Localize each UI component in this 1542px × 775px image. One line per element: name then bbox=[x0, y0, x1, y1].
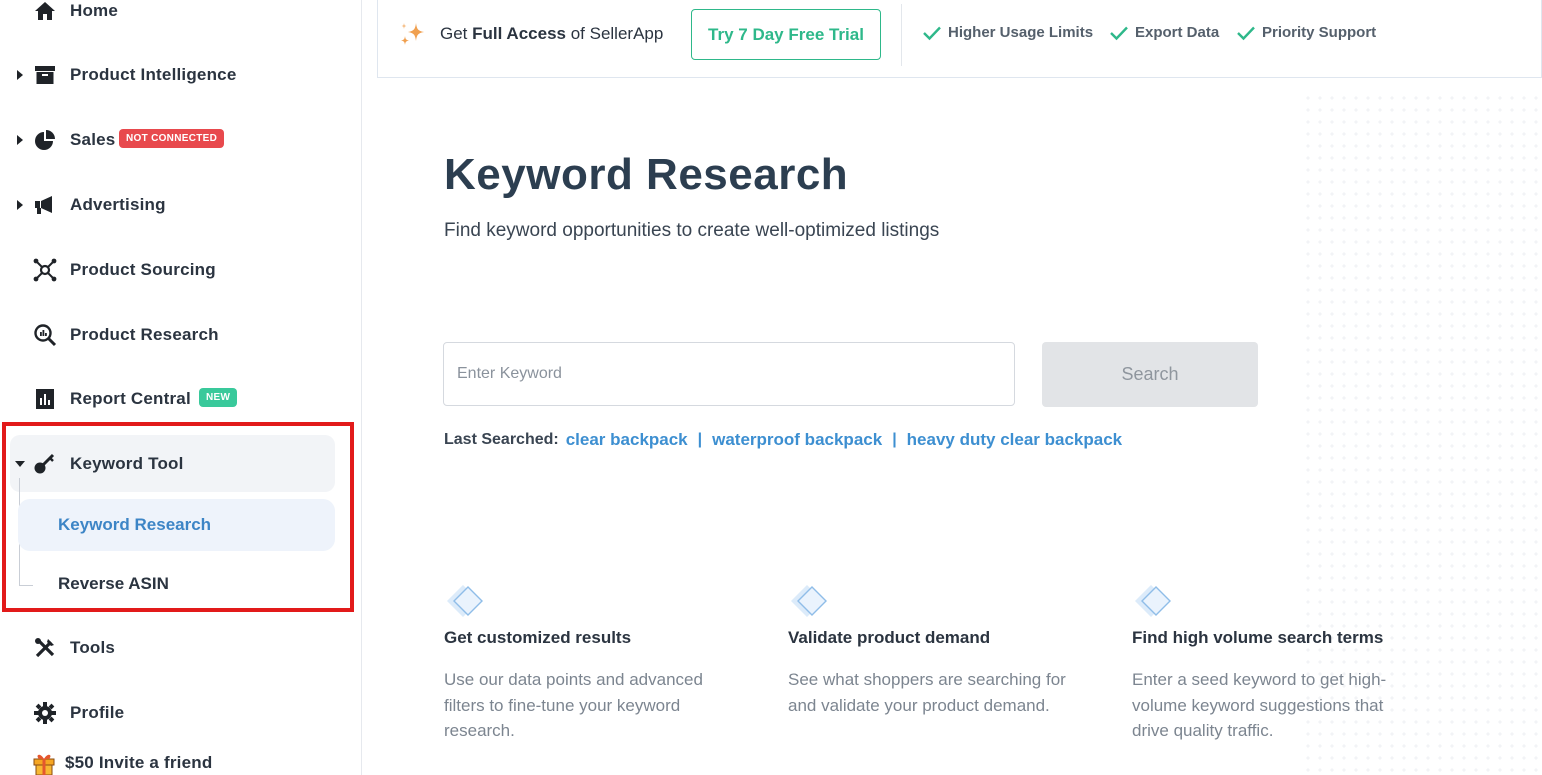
search-button[interactable]: Search bbox=[1042, 342, 1258, 407]
sidebar-item-label: Product Sourcing bbox=[70, 260, 216, 279]
feature-title: Validate product demand bbox=[788, 628, 991, 647]
promo-text: Get Full Access of SellerApp bbox=[440, 24, 664, 43]
diamond-icon bbox=[788, 582, 834, 627]
last-searched-link[interactable]: waterproof backpack bbox=[712, 430, 882, 450]
feature-priority-support: Priority Support bbox=[1236, 24, 1376, 41]
main-content: Keyword Research Find keyword opportunit… bbox=[377, 92, 1542, 775]
sidebar-item-label: Home bbox=[70, 1, 119, 20]
sidebar-item-home[interactable]: Home bbox=[0, 0, 362, 31]
sidebar-item-label: Sales bbox=[70, 130, 116, 149]
status-badge: NOT CONNECTED bbox=[119, 129, 225, 148]
new-badge: NEW bbox=[199, 388, 238, 407]
last-searched-link[interactable]: clear backpack bbox=[566, 430, 688, 450]
pie-chart-icon bbox=[33, 128, 57, 152]
network-hub-icon bbox=[33, 258, 57, 282]
sidebar-item-product-research[interactable]: Product Research bbox=[0, 315, 362, 355]
sidebar-item-profile[interactable]: Profile bbox=[0, 693, 362, 733]
feature-title: Find high volume search terms bbox=[1132, 628, 1384, 647]
sidebar-item-label: Profile bbox=[70, 703, 125, 722]
archive-box-icon bbox=[33, 63, 57, 87]
sidebar-item-product-sourcing[interactable]: Product Sourcing bbox=[0, 250, 362, 290]
feature-title: Get customized results bbox=[444, 628, 632, 647]
caret-right-icon[interactable] bbox=[14, 199, 26, 211]
page-title: Keyword Research bbox=[444, 150, 849, 199]
check-icon bbox=[1237, 26, 1255, 40]
last-searched: Last Searched: clear backpack | waterpro… bbox=[444, 430, 1122, 450]
upgrade-banner: Get Full Access of SellerApp Try 7 Day F… bbox=[377, 0, 1542, 78]
keyword-input[interactable] bbox=[443, 342, 1015, 406]
diamond-icon bbox=[1132, 582, 1178, 627]
sidebar: Home Product Intelligence Sales NOT CONN… bbox=[0, 0, 362, 775]
megaphone-icon bbox=[33, 193, 57, 217]
search-chart-icon bbox=[33, 323, 57, 347]
sidebar-item-label: Product Intelligence bbox=[70, 65, 237, 84]
page-subtitle: Find keyword opportunities to create wel… bbox=[444, 220, 940, 241]
gear-icon bbox=[33, 701, 57, 725]
feature-description: Enter a seed keyword to get high-volume … bbox=[1132, 670, 1387, 740]
sidebar-item-label: Report Central bbox=[70, 389, 191, 408]
sparkle-icon bbox=[398, 20, 428, 53]
sidebar-item-tools[interactable]: Tools bbox=[0, 628, 362, 668]
separator: | bbox=[697, 431, 703, 448]
sidebar-item-label: Tools bbox=[70, 638, 116, 657]
feature-export-data: Export Data bbox=[1109, 24, 1219, 41]
sidebar-item-label: Advertising bbox=[70, 195, 166, 214]
sidebar-item-product-intelligence[interactable]: Product Intelligence bbox=[0, 55, 362, 95]
highlight-annotation-box bbox=[2, 422, 354, 612]
caret-right-icon[interactable] bbox=[14, 69, 26, 81]
gift-icon bbox=[32, 751, 56, 775]
diamond-icon bbox=[444, 582, 490, 627]
check-icon bbox=[1110, 26, 1128, 40]
sidebar-item-sales[interactable]: Sales NOT CONNECTED bbox=[0, 120, 362, 160]
feature-higher-usage: Higher Usage Limits bbox=[922, 24, 1093, 41]
separator: | bbox=[892, 431, 897, 448]
check-icon bbox=[923, 26, 941, 40]
sidebar-item-report-central[interactable]: Report Central NEW bbox=[0, 379, 362, 419]
caret-right-icon[interactable] bbox=[14, 134, 26, 146]
report-icon bbox=[33, 387, 57, 411]
last-searched-link[interactable]: heavy duty clear backpack bbox=[907, 430, 1122, 450]
tools-icon bbox=[33, 636, 57, 660]
sidebar-item-label: $50 Invite a friend bbox=[65, 753, 213, 772]
feature-description: Use our data points and advanced filters… bbox=[444, 670, 703, 740]
last-searched-label: Last Searched: bbox=[444, 431, 559, 448]
sidebar-item-label: Product Research bbox=[70, 325, 219, 344]
home-icon bbox=[33, 0, 57, 23]
free-trial-button[interactable]: Try 7 Day Free Trial bbox=[691, 9, 881, 60]
sidebar-item-advertising[interactable]: Advertising bbox=[0, 185, 362, 225]
divider bbox=[901, 4, 902, 66]
sidebar-item-invite[interactable]: $50 Invite a friend bbox=[0, 743, 362, 775]
feature-description: See what shoppers are searching for and … bbox=[788, 670, 1066, 715]
